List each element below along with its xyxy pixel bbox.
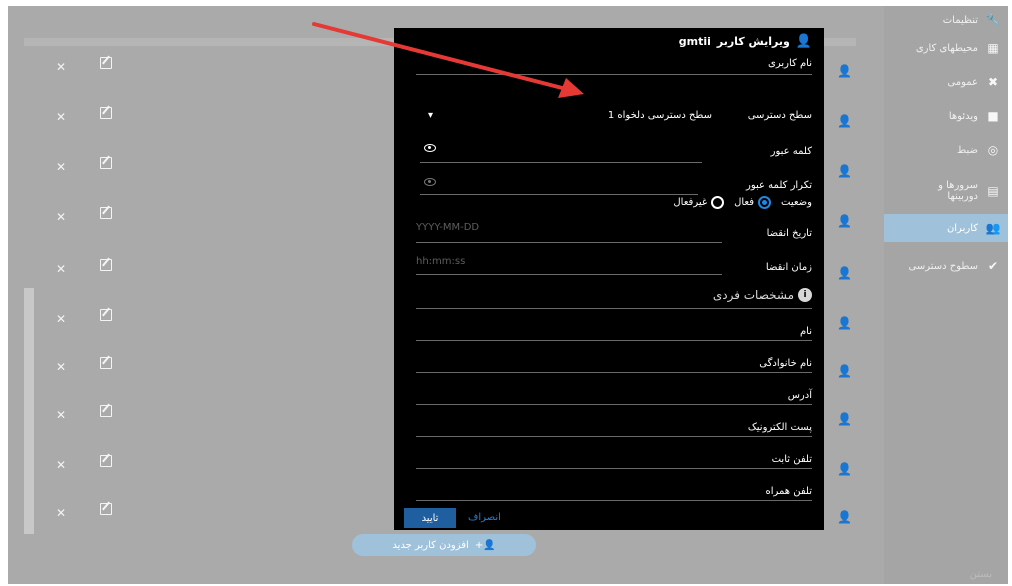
add-user-label: افزودن کاربر جدید [392,539,469,551]
delete-icon[interactable]: ✕ [56,160,66,174]
status-row: وضعیت فعال غیرفعال [673,196,812,209]
first-name-label: نام [799,326,812,337]
modal-username: gmtii [678,35,711,48]
access-level-select[interactable]: سطح دسترسی دلخواه 1 [608,110,712,121]
delete-icon[interactable]: ✕ [56,60,66,74]
cancel-button[interactable]: انصراف [468,512,501,523]
delete-icon[interactable]: ✕ [56,312,66,326]
phone-label: تلفن ثابت [771,454,812,465]
edit-icon[interactable] [100,405,112,417]
user-icon: 👤 [837,64,852,78]
edit-icon[interactable] [100,157,112,169]
mobile-field[interactable] [416,500,812,501]
address-field[interactable] [416,404,812,405]
modal-footer: تایید انصراف [394,504,824,530]
expiry-time-line [416,274,722,275]
sidebar-item-record[interactable]: ◎ ضبط [884,136,1008,164]
eye-icon[interactable] [424,144,436,152]
sidebar-item-users[interactable]: 👥 کاربران [884,214,1008,242]
tools-icon: ✖ [987,75,999,89]
user-edit-icon: 👤 [795,34,812,49]
phone-field[interactable] [416,468,812,469]
email-label: پست الکترونیک [747,422,812,433]
sidebar: 🔧 تنظیمات ▦ محیطهای کاری ✖ عمومی ■ ویدئوها ◎… [884,6,1008,584]
expiry-time-label: زمان انقضا [765,262,812,273]
chevron-down-icon[interactable]: ▾ [428,110,433,121]
sidebar-item-workspaces[interactable]: ▦ محیطهای کاری [884,34,1008,62]
delete-icon[interactable]: ✕ [56,458,66,472]
mobile-label: تلفن همراه [765,486,812,497]
edit-icon[interactable] [100,259,112,271]
sidebar-item-videos[interactable]: ■ ویدئوها [884,102,1008,130]
user-icon: 👤 [837,462,852,476]
username-label: نام کاربری [768,58,812,69]
delete-icon[interactable]: ✕ [56,110,66,124]
delete-icon[interactable]: ✕ [56,262,66,276]
user-icon: 👤 [837,214,852,228]
access-label: سطح دسترسی [747,110,812,121]
edit-icon[interactable] [100,503,112,515]
edit-icon[interactable] [100,309,112,321]
delete-icon[interactable]: ✕ [56,408,66,422]
username-field[interactable] [416,74,812,75]
personal-info-heading: i مشخصات فردی [713,288,812,302]
add-user-icon: 👤+ [474,539,496,551]
divider [416,308,812,309]
server-icon: ▤ [987,183,999,198]
sidebar-item-access-levels[interactable]: ✔ سطوح دسترسی [884,252,1008,280]
user-icon: 👤 [837,364,852,378]
sidebar-close-link[interactable]: بستن [970,569,992,580]
info-icon: i [798,288,812,302]
edit-icon[interactable] [100,207,112,219]
edit-icon[interactable] [100,107,112,119]
sidebar-item-servers[interactable]: ▤ سرورها و دوربینها [884,174,1008,208]
password-repeat-field[interactable] [420,194,698,195]
password-field[interactable] [420,162,702,163]
confirm-button[interactable]: تایید [404,508,456,528]
expiry-time-input[interactable]: hh:mm:ss [416,256,465,267]
address-label: آدرس [787,390,812,401]
edit-user-modal: 👤 ویرایش کاربر gmtii نام کاربری سطح دستر… [394,28,824,530]
password-repeat-label: تکرار کلمه عبور [746,180,812,191]
wrench-icon: 🔧 [985,13,1001,27]
user-icon: 👤 [837,316,852,330]
user-icon: 👤 [837,266,852,280]
expiry-date-label: تاریخ انقضا [766,228,812,239]
modal-title: 👤 ویرایش کاربر gmtii [678,34,812,49]
password-label: کلمه عبور [770,146,812,157]
video-icon: ■ [987,109,999,123]
sidebar-item-settings[interactable]: 🔧 تنظیمات [884,6,1008,34]
check-circle-icon: ✔ [987,259,999,273]
record-icon: ◎ [987,143,999,157]
user-icon: 👤 [837,510,852,524]
sidebar-item-general[interactable]: ✖ عمومی [884,68,1008,96]
last-name-label: نام خانوادگی [759,358,812,369]
eye-icon[interactable] [424,178,436,186]
edit-icon[interactable] [100,455,112,467]
status-active-radio[interactable]: فعال [734,196,772,209]
user-icon: 👤 [837,412,852,426]
edit-icon[interactable] [100,357,112,369]
app-window: ✕ 👤 ✕ 👤 ✕ 👤 ✕ 👤 ✕ 👤 ✕ 👤 ✕ 👤 ✕ 👤 ✕ 👤 ✕ 👤 👤+ افزودن … [8,6,1008,584]
delete-icon[interactable]: ✕ [56,210,66,224]
last-name-field[interactable] [416,372,812,373]
expiry-date-line [416,242,722,243]
first-name-field[interactable] [416,340,812,341]
edit-icon[interactable] [100,57,112,69]
grid-icon: ▦ [987,41,999,55]
status-label: وضعیت [781,197,812,208]
status-inactive-radio[interactable]: غیرفعال [673,196,725,209]
delete-icon[interactable]: ✕ [56,360,66,374]
email-field[interactable] [416,436,812,437]
users-icon: 👥 [985,221,1001,235]
expiry-date-input[interactable]: YYYY-MM-DD [416,222,479,233]
user-icon: 👤 [837,164,852,178]
user-icon: 👤 [837,114,852,128]
delete-icon[interactable]: ✕ [56,506,66,520]
add-user-button[interactable]: 👤+ افزودن کاربر جدید [352,534,536,556]
